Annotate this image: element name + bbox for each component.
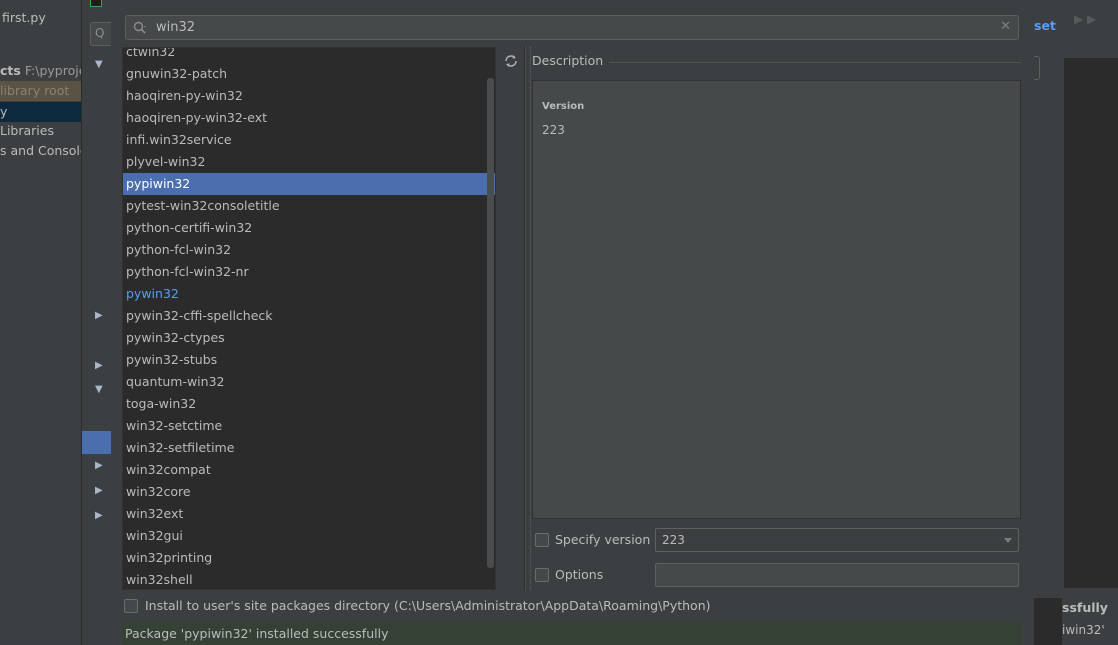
package-list-item[interactable]: win32-setctime xyxy=(123,415,495,437)
package-search-field[interactable]: win32 ✕ xyxy=(125,15,1019,40)
specify-version-label[interactable]: Specify version xyxy=(555,532,650,547)
package-list-item[interactable]: pywin32-ctypes xyxy=(123,327,495,349)
settings-dialog-background: Q ▼ ▶ ▶ ▼ ▶ ▶ ▶ xyxy=(81,0,120,645)
package-list-item[interactable]: pywin32-cffi-spellcheck xyxy=(123,305,495,327)
tree-item-selected[interactable]: y xyxy=(0,102,81,122)
options-input[interactable] xyxy=(655,563,1019,587)
package-list-item[interactable]: python-fcl-win32-nr xyxy=(123,261,495,283)
package-list-item[interactable]: win32-setfiletime xyxy=(123,437,495,459)
editor-tab-first-py[interactable]: first.py xyxy=(2,8,46,28)
version-select-value: 223 xyxy=(662,533,685,547)
panel-splitter[interactable] xyxy=(525,47,531,590)
package-list-item[interactable]: toga-win32 xyxy=(123,393,495,415)
reset-link[interactable]: set xyxy=(1034,18,1056,33)
search-input[interactable]: win32 xyxy=(156,16,195,39)
clear-icon[interactable]: ✕ xyxy=(1000,19,1011,35)
package-list-item[interactable]: python-certifi-win32 xyxy=(123,217,495,239)
search-icon: Q xyxy=(95,26,105,40)
install-status-message: Package 'pypiwin32' installed successful… xyxy=(122,622,1022,645)
package-list-item[interactable]: haoqiren-py-win32-ext xyxy=(123,107,495,129)
install-user-site-checkbox[interactable] xyxy=(124,599,138,613)
package-list-item[interactable]: pytest-win32consoletitle xyxy=(123,195,495,217)
package-list-item[interactable]: infi.win32service xyxy=(123,129,495,151)
list-scrollbar-thumb[interactable] xyxy=(487,78,494,568)
chevron-right-icon[interactable]: ▶ xyxy=(95,360,103,371)
description-title: Description xyxy=(532,53,610,68)
notification-body: iwin32' xyxy=(1062,623,1105,637)
description-separator xyxy=(606,62,1021,63)
options-checkbox[interactable] xyxy=(535,568,549,582)
chevron-down-icon[interactable]: ▼ xyxy=(95,384,103,395)
package-list-item[interactable]: gnuwin32-patch xyxy=(123,63,495,85)
package-list-item[interactable]: python-fcl-win32 xyxy=(123,239,495,261)
options-label[interactable]: Options xyxy=(555,567,603,582)
ide-project-panel: first.py cts F:\pyproje library root y L… xyxy=(0,0,81,645)
tree-item-external-libraries[interactable]: Libraries xyxy=(0,121,54,141)
available-packages-dialog: win32 ✕ win32shell win32printing win32gui w… xyxy=(111,0,1034,645)
chevron-down-icon xyxy=(1004,538,1012,543)
tree-projects-label: cts xyxy=(0,63,21,78)
settings-side-panel xyxy=(1034,58,1064,598)
notification-balloon: ssfully iwin32' xyxy=(1062,588,1118,645)
package-list-item[interactable]: quantum-win32 xyxy=(123,371,495,393)
version-value: 223 xyxy=(542,123,565,137)
interpreter-combo-edge[interactable] xyxy=(1034,56,1040,80)
package-list-item[interactable]: pywin32-stubs xyxy=(123,349,495,371)
notification-title: ssfully xyxy=(1062,600,1108,615)
package-list-item[interactable]: win32core xyxy=(123,481,495,503)
package-list-item[interactable]: win32gui xyxy=(123,525,495,547)
tree-item-scratches[interactable]: s and Console xyxy=(0,141,81,161)
package-list-item[interactable]: haoqiren-py-win32 xyxy=(123,85,495,107)
play-icon[interactable]: ▶ ▶ xyxy=(1074,12,1096,26)
list-toolbar xyxy=(496,47,525,590)
chevron-right-icon[interactable]: ▶ xyxy=(95,510,103,521)
tree-projects-path: F:\pyproje xyxy=(24,63,81,78)
chevron-right-icon[interactable]: ▶ xyxy=(95,310,103,321)
version-label: Version xyxy=(542,101,585,112)
package-list-item[interactable]: win32ext xyxy=(123,503,495,525)
terminal-icon xyxy=(90,0,102,7)
version-select[interactable]: 223 xyxy=(655,528,1019,552)
package-list-item[interactable]: ctwin32 xyxy=(123,48,495,63)
search-icon xyxy=(133,21,146,34)
chevron-down-icon[interactable]: ▼ xyxy=(95,59,103,70)
package-list-item[interactable]: pypiwin32 xyxy=(123,173,495,195)
package-list[interactable]: win32shell win32printing win32gui win32ext w… xyxy=(122,47,496,590)
chevron-right-icon[interactable]: ▶ xyxy=(95,460,103,471)
package-list-item[interactable]: win32compat xyxy=(123,459,495,481)
tree-item-library-root[interactable]: library root xyxy=(0,81,81,101)
refresh-icon[interactable] xyxy=(503,53,519,69)
install-user-site-label[interactable]: Install to user's site packages director… xyxy=(145,598,711,613)
package-list-item[interactable]: plyvel-win32 xyxy=(123,151,495,173)
package-list-item[interactable]: win32shell xyxy=(123,569,495,589)
chevron-right-icon[interactable]: ▶ xyxy=(95,485,103,496)
settings-dialog-right-background: set ▶ ▶ ssfully iwin32' xyxy=(1034,0,1118,645)
settings-tree-selected[interactable] xyxy=(82,431,112,454)
tree-item-projects[interactable]: cts F:\pyproje xyxy=(0,61,81,81)
description-panel: Version 223 xyxy=(532,80,1021,519)
package-list-item[interactable]: win32printing xyxy=(123,547,495,569)
package-list-item[interactable]: pywin32 xyxy=(123,283,495,305)
specify-version-checkbox[interactable] xyxy=(535,533,549,547)
